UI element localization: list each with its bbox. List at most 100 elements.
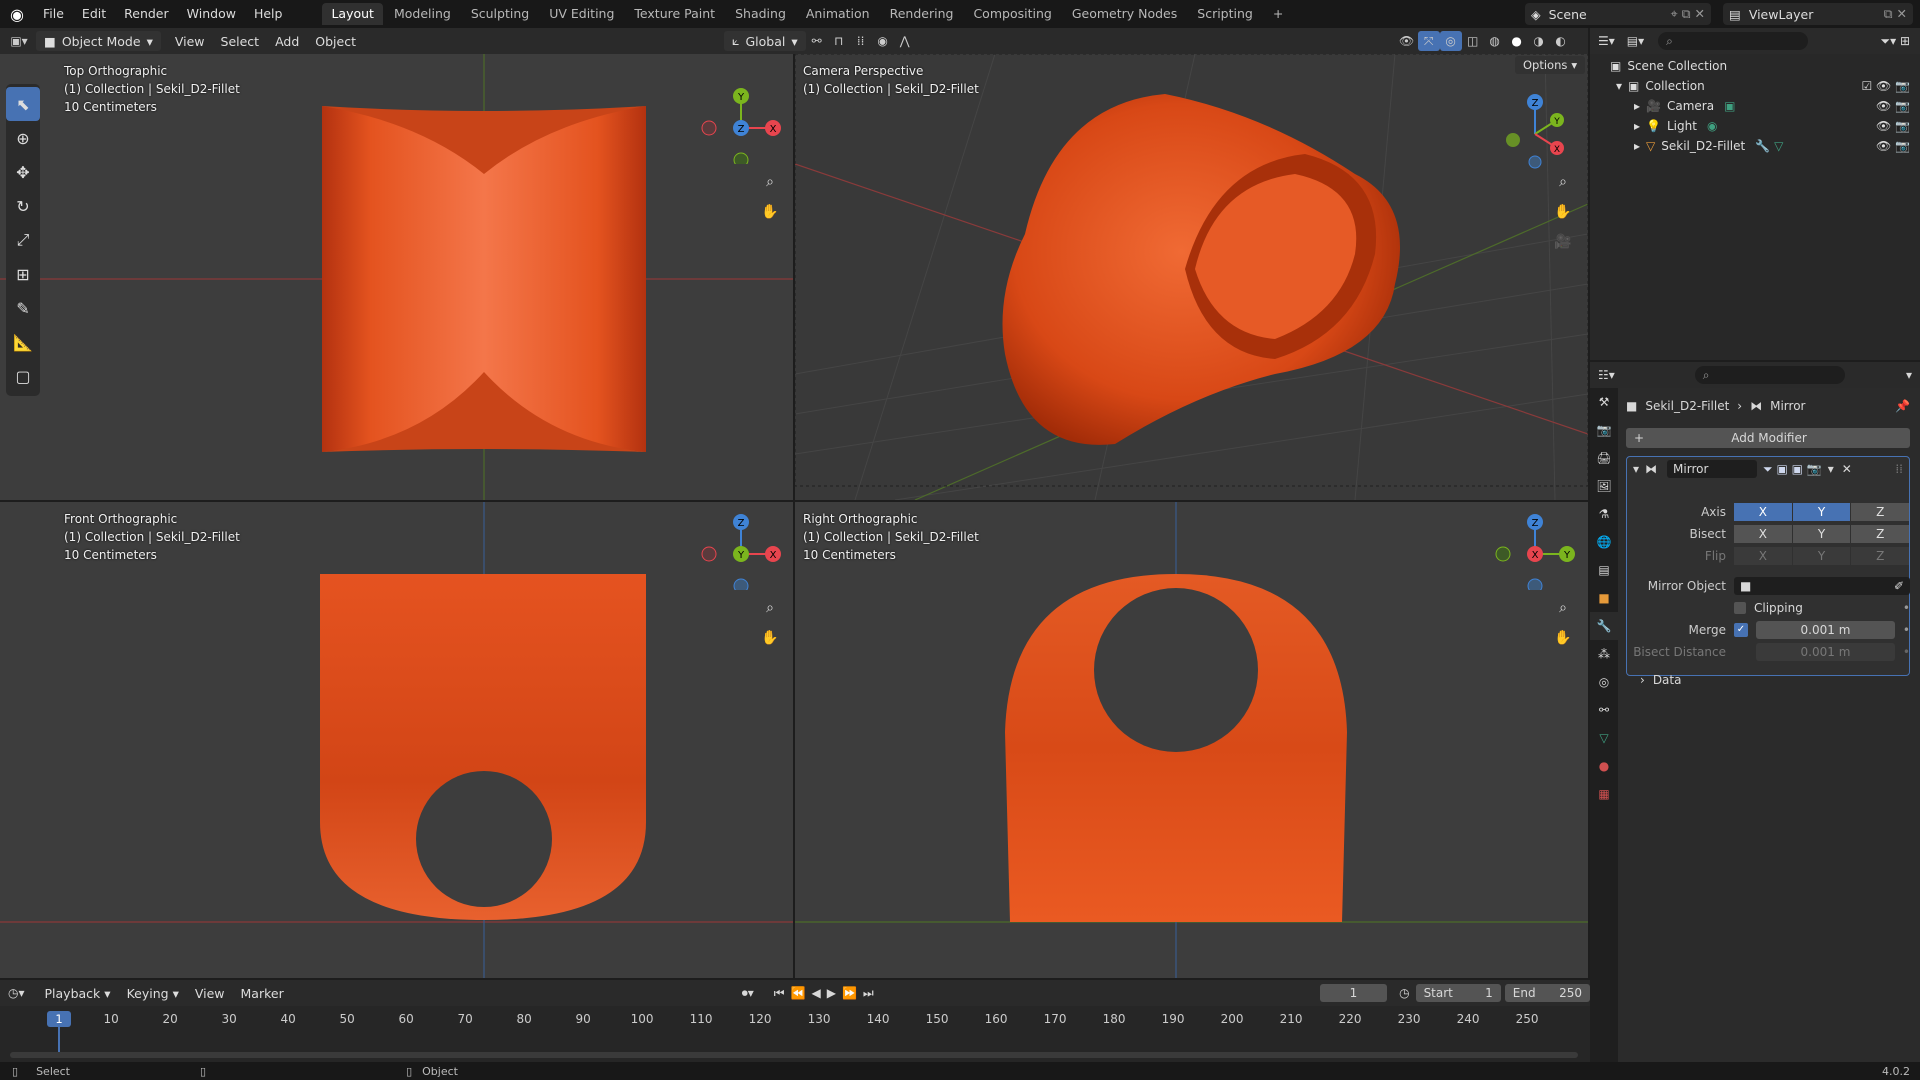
timeline-scrollbar[interactable]	[10, 1052, 1578, 1058]
outliner-row-collection[interactable]: ▾ ▣ Collection ☑ 👁 📷	[1590, 76, 1920, 96]
properties-search-input[interactable]: ⌕	[1694, 366, 1845, 384]
modifier-tab-icon[interactable]: 🔧	[1590, 612, 1618, 640]
mode-dropdown[interactable]: ■ Object Mode ▾	[36, 31, 161, 51]
menu-object[interactable]: Object	[307, 31, 364, 51]
light-data-icon[interactable]: ◉	[1707, 119, 1717, 133]
tool-tab-icon[interactable]: ⚒	[1590, 388, 1618, 416]
pan-icon[interactable]: ✋	[1551, 626, 1575, 650]
falloff-icon[interactable]: ⋀	[894, 31, 916, 51]
tab-compositing[interactable]: Compositing	[964, 3, 1060, 25]
bisect-z-toggle[interactable]: Z	[1851, 525, 1910, 543]
camera-view-icon[interactable]: 🎥	[1551, 230, 1575, 254]
playhead[interactable]: 1	[47, 1011, 71, 1027]
light-visibility-icons[interactable]: 👁 📷	[1876, 119, 1910, 133]
expand-arrow-icon[interactable]: ▸	[1634, 119, 1640, 133]
tab-layout[interactable]: Layout	[322, 3, 383, 25]
tab-uv-editing[interactable]: UV Editing	[540, 3, 623, 25]
close-icon[interactable]: ✕	[1842, 462, 1852, 476]
flip-z-toggle[interactable]: Z	[1851, 547, 1910, 565]
data-tab-icon[interactable]: ▽	[1590, 724, 1618, 752]
timeline-ruler[interactable]: 1 10 20 30 40 50 60 70 80 90 100 110 120 130 140 150 16…	[0, 980, 1590, 1062]
flip-x-toggle[interactable]: X	[1734, 547, 1792, 565]
zoom-icon[interactable]: ⌕	[758, 596, 782, 620]
pin-icon[interactable]: 📌	[1895, 399, 1910, 413]
tab-geometry-nodes[interactable]: Geometry Nodes	[1063, 3, 1186, 25]
outliner-search-input[interactable]: ⌕	[1658, 32, 1809, 50]
pan-icon[interactable]: ✋	[758, 626, 782, 650]
texture-tab-icon[interactable]: ▦	[1590, 780, 1618, 808]
transform-icon[interactable]: ⊞	[6, 257, 40, 291]
pin-icon[interactable]: ⌖ ⧉ ✕	[1671, 6, 1705, 22]
pan-icon[interactable]: ✋	[758, 200, 782, 224]
navigation-gizmo-top[interactable]: Y X Z	[701, 84, 781, 164]
navigation-gizmo-right[interactable]: Z Y X	[1495, 510, 1575, 590]
outliner-row-light[interactable]: ▸ 💡 Light ◉ 👁 📷	[1590, 116, 1920, 136]
object-tab-icon[interactable]: ■	[1590, 584, 1618, 612]
zoom-icon[interactable]: ⌕	[1551, 596, 1575, 620]
axis-x-toggle[interactable]: X	[1734, 503, 1792, 521]
cursor-icon[interactable]: ⊕	[6, 121, 40, 155]
collapse-arrow-icon[interactable]: ▾	[1633, 462, 1639, 476]
viewport-front-orthographic[interactable]: Front Orthographic (1) Collection | Seki…	[0, 502, 793, 978]
tab-rendering[interactable]: Rendering	[881, 3, 963, 25]
output-tab-icon[interactable]: 🖨	[1590, 444, 1618, 472]
collection-tab-icon[interactable]: ▤	[1590, 556, 1618, 584]
mesh-data-icon[interactable]: ▽	[1774, 139, 1783, 153]
axis-z-toggle[interactable]: Z	[1851, 503, 1910, 521]
menu-view[interactable]: View	[167, 31, 213, 51]
annotate-icon[interactable]: ✎	[6, 291, 40, 325]
measure-icon[interactable]: 📐	[6, 325, 40, 359]
view-layer-tab-icon[interactable]: 🖼	[1590, 472, 1618, 500]
pan-icon[interactable]: ✋	[1551, 200, 1575, 224]
tab-texture-paint[interactable]: Texture Paint	[625, 3, 724, 25]
overlay-toggle-icon[interactable]: ◎	[1439, 31, 1462, 51]
bisect-y-toggle[interactable]: Y	[1792, 525, 1851, 543]
expand-arrow-icon[interactable]: ▸	[1634, 99, 1640, 113]
rotate-icon[interactable]: ↻	[6, 189, 40, 223]
eyedropper-icon[interactable]: ✐	[1894, 579, 1904, 593]
expand-arrow-icon[interactable]: ▸	[1634, 139, 1640, 153]
menu-render[interactable]: Render	[115, 0, 178, 28]
mirror-object-field[interactable]: ■ ✐	[1734, 577, 1910, 595]
add-cube-icon[interactable]: ▢	[6, 359, 40, 393]
editor-type-icon[interactable]: ☷▾	[1598, 368, 1615, 382]
tab-sculpting[interactable]: Sculpting	[462, 3, 538, 25]
move-icon[interactable]: ✥	[6, 155, 40, 189]
data-subpanel-header[interactable]: › Data	[1626, 670, 1910, 690]
material-tab-icon[interactable]: ●	[1590, 752, 1618, 780]
zoom-icon[interactable]: ⌕	[1551, 170, 1575, 194]
editor-type-icon[interactable]: ☰▾	[1598, 34, 1615, 48]
menu-add[interactable]: Add	[267, 31, 307, 51]
scene-tab-icon[interactable]: ⚗	[1590, 500, 1618, 528]
gizmo-toggle-icon[interactable]: ⤧	[1417, 31, 1440, 51]
keyframe-dot-icon[interactable]: •	[1903, 623, 1910, 637]
merge-value-field[interactable]: 0.001 m	[1756, 621, 1895, 639]
viewport-right-orthographic[interactable]: Right Orthographic (1) Collection | Seki…	[795, 502, 1588, 978]
particles-tab-icon[interactable]: ⁂	[1590, 640, 1618, 668]
world-tab-icon[interactable]: 🌐	[1590, 528, 1618, 556]
outliner-row-sekil[interactable]: ▸ ▽ Sekil_D2-Fillet 🔧 ▽ 👁 📷	[1590, 136, 1920, 156]
physics-tab-icon[interactable]: ◎	[1590, 668, 1618, 696]
modifier-wrench-icon[interactable]: 🔧	[1755, 139, 1770, 153]
chevron-down-icon[interactable]: ▾	[1906, 368, 1912, 382]
drag-handle-icon[interactable]: ⁞⁞	[1895, 462, 1903, 476]
expand-arrow-icon[interactable]: ▾	[1616, 79, 1622, 93]
pivot-icon[interactable]: ⚯	[806, 31, 828, 51]
menu-help[interactable]: Help	[245, 0, 292, 28]
scale-icon[interactable]: ⤢	[6, 223, 40, 257]
outliner-row-scene-collection[interactable]: ▣ Scene Collection	[1590, 56, 1920, 76]
solid-shading-icon[interactable]: ●	[1506, 31, 1528, 51]
navigation-gizmo-front[interactable]: Z X Y	[701, 510, 781, 590]
merge-checkbox[interactable]: ✓	[1734, 623, 1748, 637]
collection-visibility-icons[interactable]: ☑ 👁 📷	[1861, 79, 1910, 93]
menu-file[interactable]: File	[34, 0, 73, 28]
camera-visibility-icons[interactable]: 👁 📷	[1876, 99, 1910, 113]
clipping-checkbox[interactable]	[1734, 602, 1746, 614]
constraints-tab-icon[interactable]: ⚯	[1590, 696, 1618, 724]
tab-animation[interactable]: Animation	[797, 3, 879, 25]
modifier-toggle-icons[interactable]: ⏷ ▣ ▣ 📷	[1763, 462, 1822, 477]
tab-modeling[interactable]: Modeling	[385, 3, 460, 25]
filter-icon[interactable]: ⏷▾ ⊞	[1881, 34, 1911, 49]
copy-icon[interactable]: ⧉ ✕	[1884, 6, 1907, 22]
transform-orientation-dropdown[interactable]: ⟀ Global ▾	[724, 31, 806, 51]
